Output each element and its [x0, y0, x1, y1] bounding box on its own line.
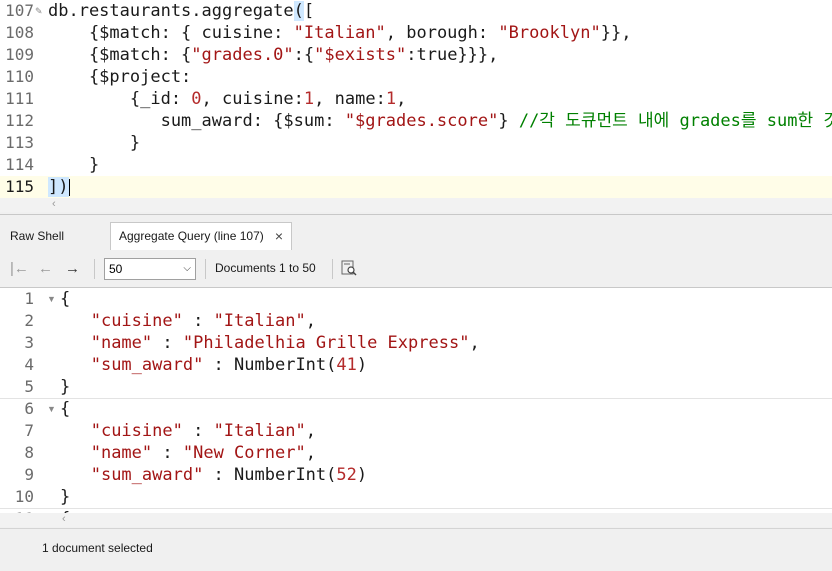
code-text: {$match: { cuisine: "Italian", borough: …	[48, 23, 632, 43]
open-brace: {	[60, 399, 71, 419]
editor-line-current[interactable]: 115 ])	[0, 176, 832, 198]
line-number: 5	[24, 377, 34, 396]
tab-label: Aggregate Query (line 107)	[119, 229, 264, 243]
line-number: 113	[5, 133, 34, 152]
field-cuisine: "cuisine" : "Italian",	[90, 421, 316, 441]
chevron-down-icon: ⌵	[183, 263, 191, 274]
line-number: 110	[5, 67, 34, 86]
code-text: sum_award: {$sum: "$grades.score"} //각 도…	[48, 110, 832, 132]
line-number: 111	[5, 89, 34, 108]
editor-line[interactable]: 110 {$project:	[0, 66, 832, 88]
code-text: ])	[48, 177, 70, 197]
toolbar-divider	[94, 259, 95, 279]
result-line: 6 ▼ {	[0, 398, 832, 420]
code-comment: //각 도큐먼트 내에 grades를 sum한 것	[518, 111, 832, 131]
toolbar-divider	[332, 259, 333, 279]
editor-line[interactable]: 114 }	[0, 154, 832, 176]
results-toolbar: |← ← → 50 ⌵ Documents 1 to 50	[0, 251, 832, 287]
page-size-select[interactable]: 50 ⌵	[104, 258, 196, 280]
status-bar: 1 document selected	[0, 528, 832, 571]
scroll-left-icon[interactable]: ‹	[52, 198, 56, 210]
line-number: 8	[24, 443, 34, 462]
tab-raw-shell-output[interactable]: Raw Shell Output	[2, 223, 108, 269]
fold-toggle-icon[interactable]: ▼	[47, 398, 57, 420]
result-tabs: Raw Shell Output Aggregate Query (line 1…	[0, 214, 832, 269]
result-line: 4 "sum_award" : NumberInt(41)	[0, 354, 832, 376]
text-cursor	[68, 178, 70, 196]
code-text: {_id: 0, cuisine:1, name:1,	[48, 89, 407, 109]
editor-line[interactable]: 109 {$match: {"grades.0":{"$exists":true…	[0, 44, 832, 66]
selection-status: 1 document selected	[42, 541, 153, 555]
editor-line[interactable]: 111 {_id: 0, cuisine:1, name:1,	[0, 88, 832, 110]
line-number: 7	[24, 421, 34, 440]
code-text: }	[48, 133, 141, 153]
result-line: 9 "sum_award" : NumberInt(52)	[0, 464, 832, 486]
field-sum-award: "sum_award" : NumberInt(41)	[90, 355, 368, 375]
code-text: }	[48, 155, 100, 175]
result-line: 1 ▼ {	[0, 288, 832, 310]
documents-range-label: Documents 1 to 50	[215, 261, 316, 275]
line-number: 4	[24, 355, 34, 374]
result-line: 10 }	[0, 486, 832, 508]
code-text: {$project:	[48, 67, 192, 87]
scroll-left-icon[interactable]: ‹	[62, 513, 66, 525]
field-name: "name" : "New Corner",	[90, 443, 316, 463]
line-number: 6	[24, 399, 34, 418]
line-number: 108	[5, 23, 34, 42]
close-tab-icon[interactable]: ×	[275, 223, 283, 249]
line-number: 2	[24, 311, 34, 330]
result-line: 8 "name" : "New Corner",	[0, 442, 832, 464]
line-number: 10	[14, 487, 34, 506]
editor-horizontal-scrollbar[interactable]: ‹	[0, 198, 832, 212]
open-brace: {	[60, 289, 71, 309]
result-line: 5 }	[0, 376, 832, 398]
editor-line[interactable]: 107 ✎ db.restaurants.aggregate([	[0, 0, 832, 22]
next-page-button[interactable]: →	[65, 260, 80, 277]
query-code-icon[interactable]	[341, 260, 357, 276]
line-number: 115	[5, 177, 34, 196]
fold-toggle-icon[interactable]: ▼	[47, 288, 57, 310]
edit-marker-icon: ✎	[35, 6, 43, 16]
line-number: 109	[5, 45, 34, 64]
line-number: 114	[5, 155, 34, 174]
page-size-value: 50	[109, 262, 123, 276]
result-line: 7 "cuisine" : "Italian",	[0, 420, 832, 442]
toolbar-divider	[205, 259, 206, 279]
query-editor[interactable]: 107 ✎ db.restaurants.aggregate([ 108 {$m…	[0, 0, 832, 198]
close-brace: }	[60, 487, 71, 507]
code-text: db.restaurants.aggregate([	[48, 1, 315, 21]
tab-aggregate-query[interactable]: Aggregate Query (line 107) ×	[110, 222, 292, 250]
field-name: "name" : "Philadelhia Grille Express",	[90, 333, 480, 353]
results-text-view[interactable]: 1 ▼ { 2 "cuisine" : "Italian", 3 "name" …	[0, 287, 832, 514]
editor-line[interactable]: 108 {$match: { cuisine: "Italian", borou…	[0, 22, 832, 44]
field-sum-award: "sum_award" : NumberInt(52)	[90, 465, 368, 485]
results-horizontal-scrollbar[interactable]: ‹	[0, 513, 832, 527]
previous-page-button[interactable]: ←	[38, 260, 53, 277]
close-brace: }	[60, 377, 71, 397]
first-page-button[interactable]: |←	[10, 260, 29, 277]
field-cuisine: "cuisine" : "Italian",	[90, 311, 316, 331]
line-number: 1	[24, 289, 34, 308]
line-number: 112	[5, 111, 34, 130]
result-line: 2 "cuisine" : "Italian",	[0, 310, 832, 332]
result-line: 3 "name" : "Philadelhia Grille Express",	[0, 332, 832, 354]
line-number: 9	[24, 465, 34, 484]
code-text: {$match: {"grades.0":{"$exists":true}}},	[48, 45, 499, 65]
line-number: 3	[24, 333, 34, 352]
line-number: 107	[5, 1, 34, 20]
editor-line[interactable]: 112 sum_award: {$sum: "$grades.score"} /…	[0, 110, 832, 132]
editor-line[interactable]: 113 }	[0, 132, 832, 154]
